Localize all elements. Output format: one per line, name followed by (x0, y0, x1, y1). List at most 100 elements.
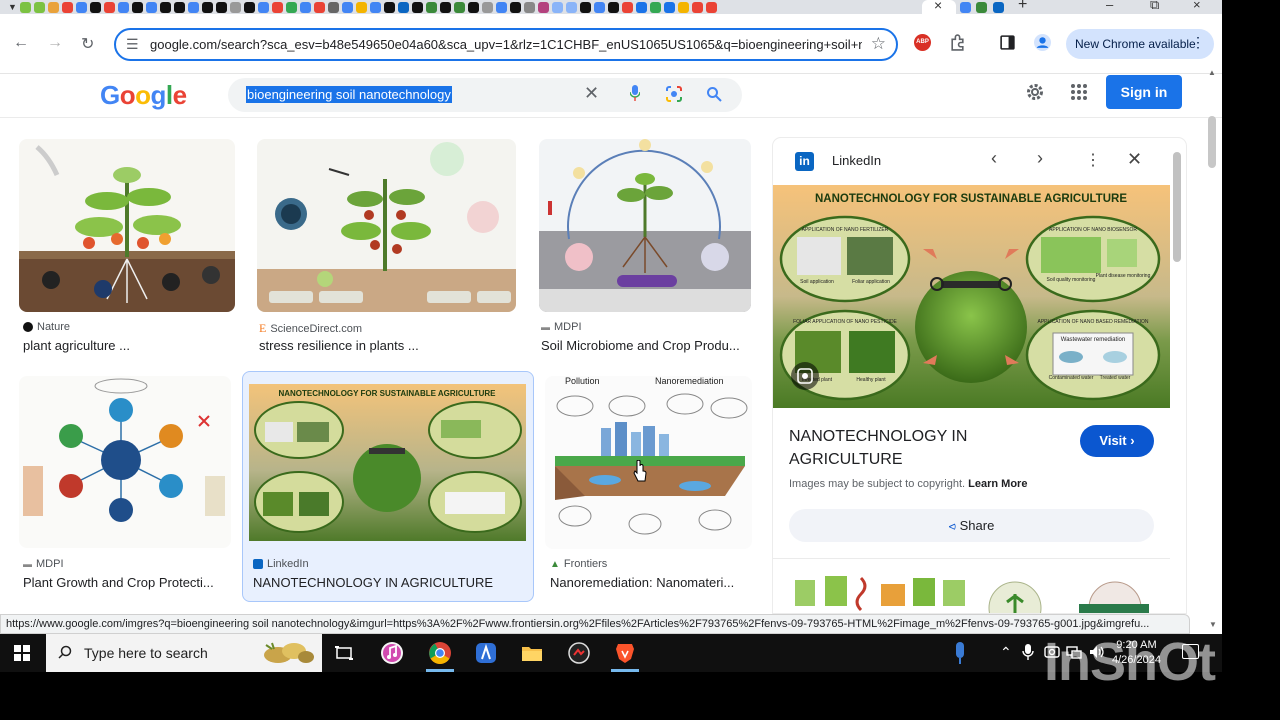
tab-favicon[interactable] (369, 1, 381, 13)
reload-icon[interactable]: ↻ (81, 34, 94, 54)
tab-favicon[interactable] (313, 1, 325, 13)
preview-image[interactable]: NANOTECHNOLOGY FOR SUSTAINABLE AGRICULTU… (773, 185, 1170, 408)
tab-favicon[interactable] (411, 1, 423, 13)
tab-favicon[interactable] (649, 1, 661, 13)
settings-gear-icon[interactable] (1025, 82, 1045, 102)
forward-icon[interactable]: → (47, 34, 63, 52)
panel-scrollbar[interactable] (1173, 152, 1181, 262)
bookmark-star-icon[interactable]: ☆ (871, 34, 886, 54)
result-caption[interactable]: Soil Microbiome and Crop Produ... (541, 338, 751, 353)
microphone-indicator-icon[interactable] (952, 640, 968, 666)
close-panel-icon[interactable]: ✕ (1127, 149, 1142, 170)
tab-favicon[interactable] (607, 1, 619, 13)
tab-favicon[interactable] (467, 1, 479, 13)
result-source[interactable]: ▬ MDPI (23, 558, 64, 570)
chrome-taskbar-icon[interactable] (428, 641, 452, 665)
related-image-thumbnail[interactable] (789, 574, 969, 613)
tab-favicon[interactable] (61, 1, 73, 13)
tab-favicon[interactable] (691, 1, 703, 13)
tab-favicon[interactable] (397, 1, 409, 13)
tab-favicon[interactable] (33, 1, 45, 13)
tab-favicon[interactable] (47, 1, 59, 13)
tab-favicon[interactable] (243, 1, 255, 13)
tab-favicon[interactable] (453, 1, 465, 13)
extensions-puzzle-icon[interactable] (949, 34, 966, 51)
panel-source-name[interactable]: LinkedIn (832, 153, 881, 168)
tab-favicon[interactable] (159, 1, 171, 13)
tab-favicon[interactable] (551, 1, 563, 13)
window-close-icon[interactable]: × (1193, 0, 1201, 12)
itunes-icon[interactable] (380, 641, 404, 665)
tab-favicon[interactable] (635, 1, 647, 13)
new-chrome-available-button[interactable]: New Chrome available ⋮ (1066, 29, 1214, 59)
result-caption[interactable]: Nanoremediation: Nanomateri... (550, 575, 750, 590)
tab-favicon[interactable] (621, 1, 633, 13)
more-options-icon[interactable]: ⋮ (1085, 150, 1101, 170)
visit-button[interactable]: Visit › (1080, 425, 1154, 457)
clear-search-icon[interactable]: ✕ (584, 83, 599, 104)
result-source[interactable]: E ScienceDirect.com (259, 321, 362, 336)
brave-browser-icon[interactable] (613, 641, 637, 665)
tab-favicon[interactable] (257, 1, 269, 13)
show-hidden-icons-icon[interactable]: ⌃ (1000, 644, 1012, 661)
result-source[interactable]: ▲ Frontiers (550, 558, 607, 570)
address-bar[interactable]: ☰ google.com/search?sca_esv=b48e549650e0… (114, 28, 898, 61)
tab-favicon[interactable] (537, 1, 549, 13)
result-thumbnail[interactable] (19, 376, 231, 548)
result-thumbnail[interactable] (539, 139, 751, 312)
tab-favicon[interactable] (593, 1, 605, 13)
tab-favicon[interactable] (285, 1, 297, 13)
close-tab-icon[interactable]: × (934, 0, 942, 13)
search-icon[interactable] (706, 86, 722, 102)
voice-search-icon[interactable] (630, 85, 640, 101)
previous-image-icon[interactable]: ‹ (991, 148, 997, 169)
tab-favicon[interactable] (425, 1, 437, 13)
result-thumbnail[interactable] (257, 139, 516, 312)
tab-favicon[interactable] (495, 1, 507, 13)
tab-favicon[interactable] (705, 1, 717, 13)
minimize-icon[interactable]: – (1106, 0, 1113, 12)
result-caption[interactable]: plant agriculture ... (23, 338, 233, 353)
tab-favicon[interactable] (75, 1, 87, 13)
tab-favicon[interactable] (103, 1, 115, 13)
tab-favicon[interactable] (677, 1, 689, 13)
tab-favicon[interactable] (565, 1, 577, 13)
result-source[interactable]: LinkedIn (253, 558, 309, 570)
app-taskbar-icon[interactable] (474, 641, 498, 665)
tab-favicon[interactable] (439, 1, 451, 13)
google-search-box[interactable]: bioengineering soil nanotechnology ✕ (228, 78, 742, 112)
app-taskbar-icon[interactable] (567, 641, 591, 665)
profile-icon[interactable] (1034, 34, 1051, 51)
more-menu-icon[interactable]: ⋮ (1191, 34, 1205, 51)
url-text[interactable]: google.com/search?sca_esv=b48e549650e04a… (150, 37, 862, 52)
next-image-icon[interactable]: › (1037, 148, 1043, 169)
tab-favicon[interactable] (89, 1, 101, 13)
learn-more-link[interactable]: Learn More (968, 478, 1027, 490)
tab-favicon[interactable] (960, 2, 971, 13)
tab-favicon[interactable] (19, 1, 31, 13)
tab-favicon[interactable] (145, 1, 157, 13)
tab-favicon[interactable] (509, 1, 521, 13)
microphone-tray-icon[interactable] (1022, 644, 1034, 660)
side-panel-icon[interactable] (999, 34, 1016, 51)
result-thumbnail[interactable]: Pollution Nanoremediation (545, 376, 752, 549)
sign-in-button[interactable]: Sign in (1106, 75, 1182, 109)
search-query-text[interactable]: bioengineering soil nanotechnology (246, 86, 452, 103)
task-view-icon[interactable] (332, 641, 356, 665)
tab-favicon[interactable] (173, 1, 185, 13)
result-caption[interactable]: NANOTECHNOLOGY IN AGRICULTURE (253, 575, 523, 590)
share-button[interactable]: ⪦ Share (789, 509, 1154, 542)
result-caption[interactable]: Plant Growth and Crop Protecti... (23, 575, 231, 590)
result-source[interactable]: Nature (23, 321, 70, 333)
result-caption[interactable]: stress resilience in plants ... (259, 338, 514, 353)
panel-title[interactable]: NANOTECHNOLOGY IN AGRICULTURE (789, 425, 1039, 471)
new-tab-icon[interactable]: + (1018, 0, 1027, 14)
tab-favicon[interactable] (341, 1, 353, 13)
google-logo[interactable]: Google (100, 80, 187, 111)
result-thumbnail[interactable] (19, 139, 235, 312)
tab-favicon[interactable] (215, 1, 227, 13)
tab-favicon[interactable] (229, 1, 241, 13)
tab-favicon[interactable] (523, 1, 535, 13)
tab-favicon[interactable] (327, 1, 339, 13)
result-thumbnail[interactable]: NANOTECHNOLOGY FOR SUSTAINABLE AGRICULTU… (249, 384, 526, 541)
